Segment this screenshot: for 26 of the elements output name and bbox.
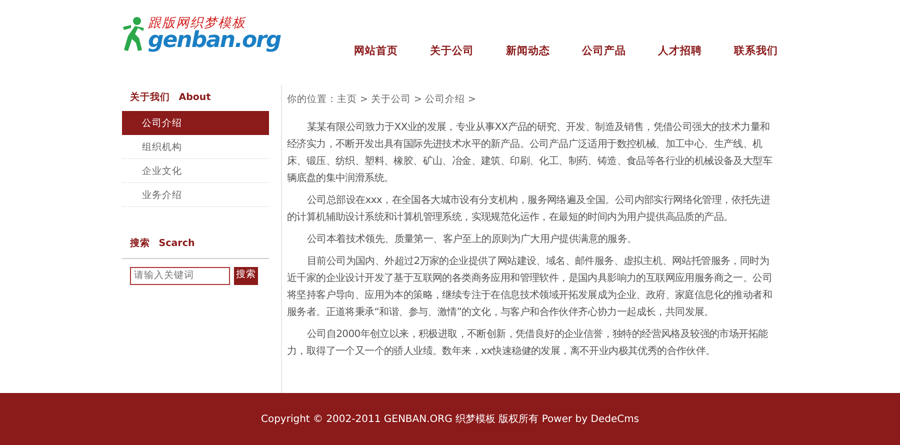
logo-wordmark: genban.org — [148, 30, 281, 52]
paragraph: 公司本着技术领先、质量第一、客户至上的原则为广大用户提供满意的服务。 — [306, 232, 638, 248]
nav-link[interactable]: 网站首页 — [322, 44, 398, 60]
nav-link[interactable]: 公司产品 — [550, 44, 626, 60]
sidebar-item[interactable]: 企业文化 — [122, 159, 269, 184]
sidebar-item[interactable]: 组织机构 — [122, 135, 269, 160]
search-button[interactable]: 搜索 — [234, 266, 258, 284]
paragraph: 公司总部设在xxx，在全国各大城市设有分支机构，服务网络遍及全国。公司内部实行网络化管理，依托先进的计算机辅助设计系统和计算机管理系统，实现规范化运作，在最短的时间内为用户提供高品质的产品。 — [287, 194, 772, 226]
paragraph: 公司自2000年创立以来，积极进取，不断创新，凭借良好的企业信誉，独特的经营风格及较强的市场开拓能力，取得了一个又一个的骄人业绩。数年来，xx快速稳健的发展，离不开业内极其优秀的合作伙伴。 — [287, 328, 769, 360]
search-heading-en: Scarch — [158, 238, 195, 250]
search-heading-text: 搜索 — [130, 238, 150, 250]
sidebar-item[interactable]: 公司介绍 — [122, 111, 269, 136]
sidebar-heading-text: 关于我们 — [130, 92, 170, 103]
search-field[interactable]: 请输入关键词 — [130, 266, 230, 284]
sidebar-heading-en: About — [178, 92, 211, 103]
nav-link[interactable]: 联系我们 — [702, 44, 778, 60]
copyright-text: Copyright © 2002-2011 GENBAN.ORG 织梦模板 版权所有 Power by DedeCms — [260, 412, 640, 426]
logo-tagline: 跟版网织梦模板 — [148, 17, 246, 30]
running-figure-icon — [122, 16, 144, 52]
nav-link[interactable]: 关于公司 — [398, 44, 474, 60]
nav-link[interactable]: 人才招聘 — [626, 44, 702, 60]
nav-link[interactable]: 新闻动态 — [474, 44, 550, 60]
paragraph: 某某有限公司致力于XX业的发展，专业从事XX产品的研究、开发、制造及销售，凭借公司强大的技术力量和经济实力，不断开发出具有国际先进技术水平的新产品。公司产品广泛适用于数控机械、加工中心、生产线、机床、锻压、纺织、塑料、橡胶、矿山、冶金、建筑、印刷、化工、制药、铸造、食品等各行业的机械设备及大型车辆底盘的集中润滑系统。 — [287, 120, 774, 186]
sidebar-item[interactable]: 业务介绍 — [122, 183, 269, 208]
paragraph: 目前公司为国内、外超过2万家的企业提供了网站建设、域名、邮件服务、虚拟主机、网站托管服务，同时为近千家的企业设计开发了基于互联网的各类商务应用和管理软件，是国内具影响力的互联网应用服务商之一。公司将坚持客户导向、应用为本的策略，继续专注于在信息技术领域开拓发展成为企业、政府、家庭信息化的推动者和服务者。正道将秉承“和谐、参与、激情”的文化，与客户和合作伙伴齐心协力一起成长，共同发展。 — [287, 254, 774, 320]
breadcrumb: 你的位置：主页 > 关于公司 > 公司介绍 > — [287, 93, 477, 107]
